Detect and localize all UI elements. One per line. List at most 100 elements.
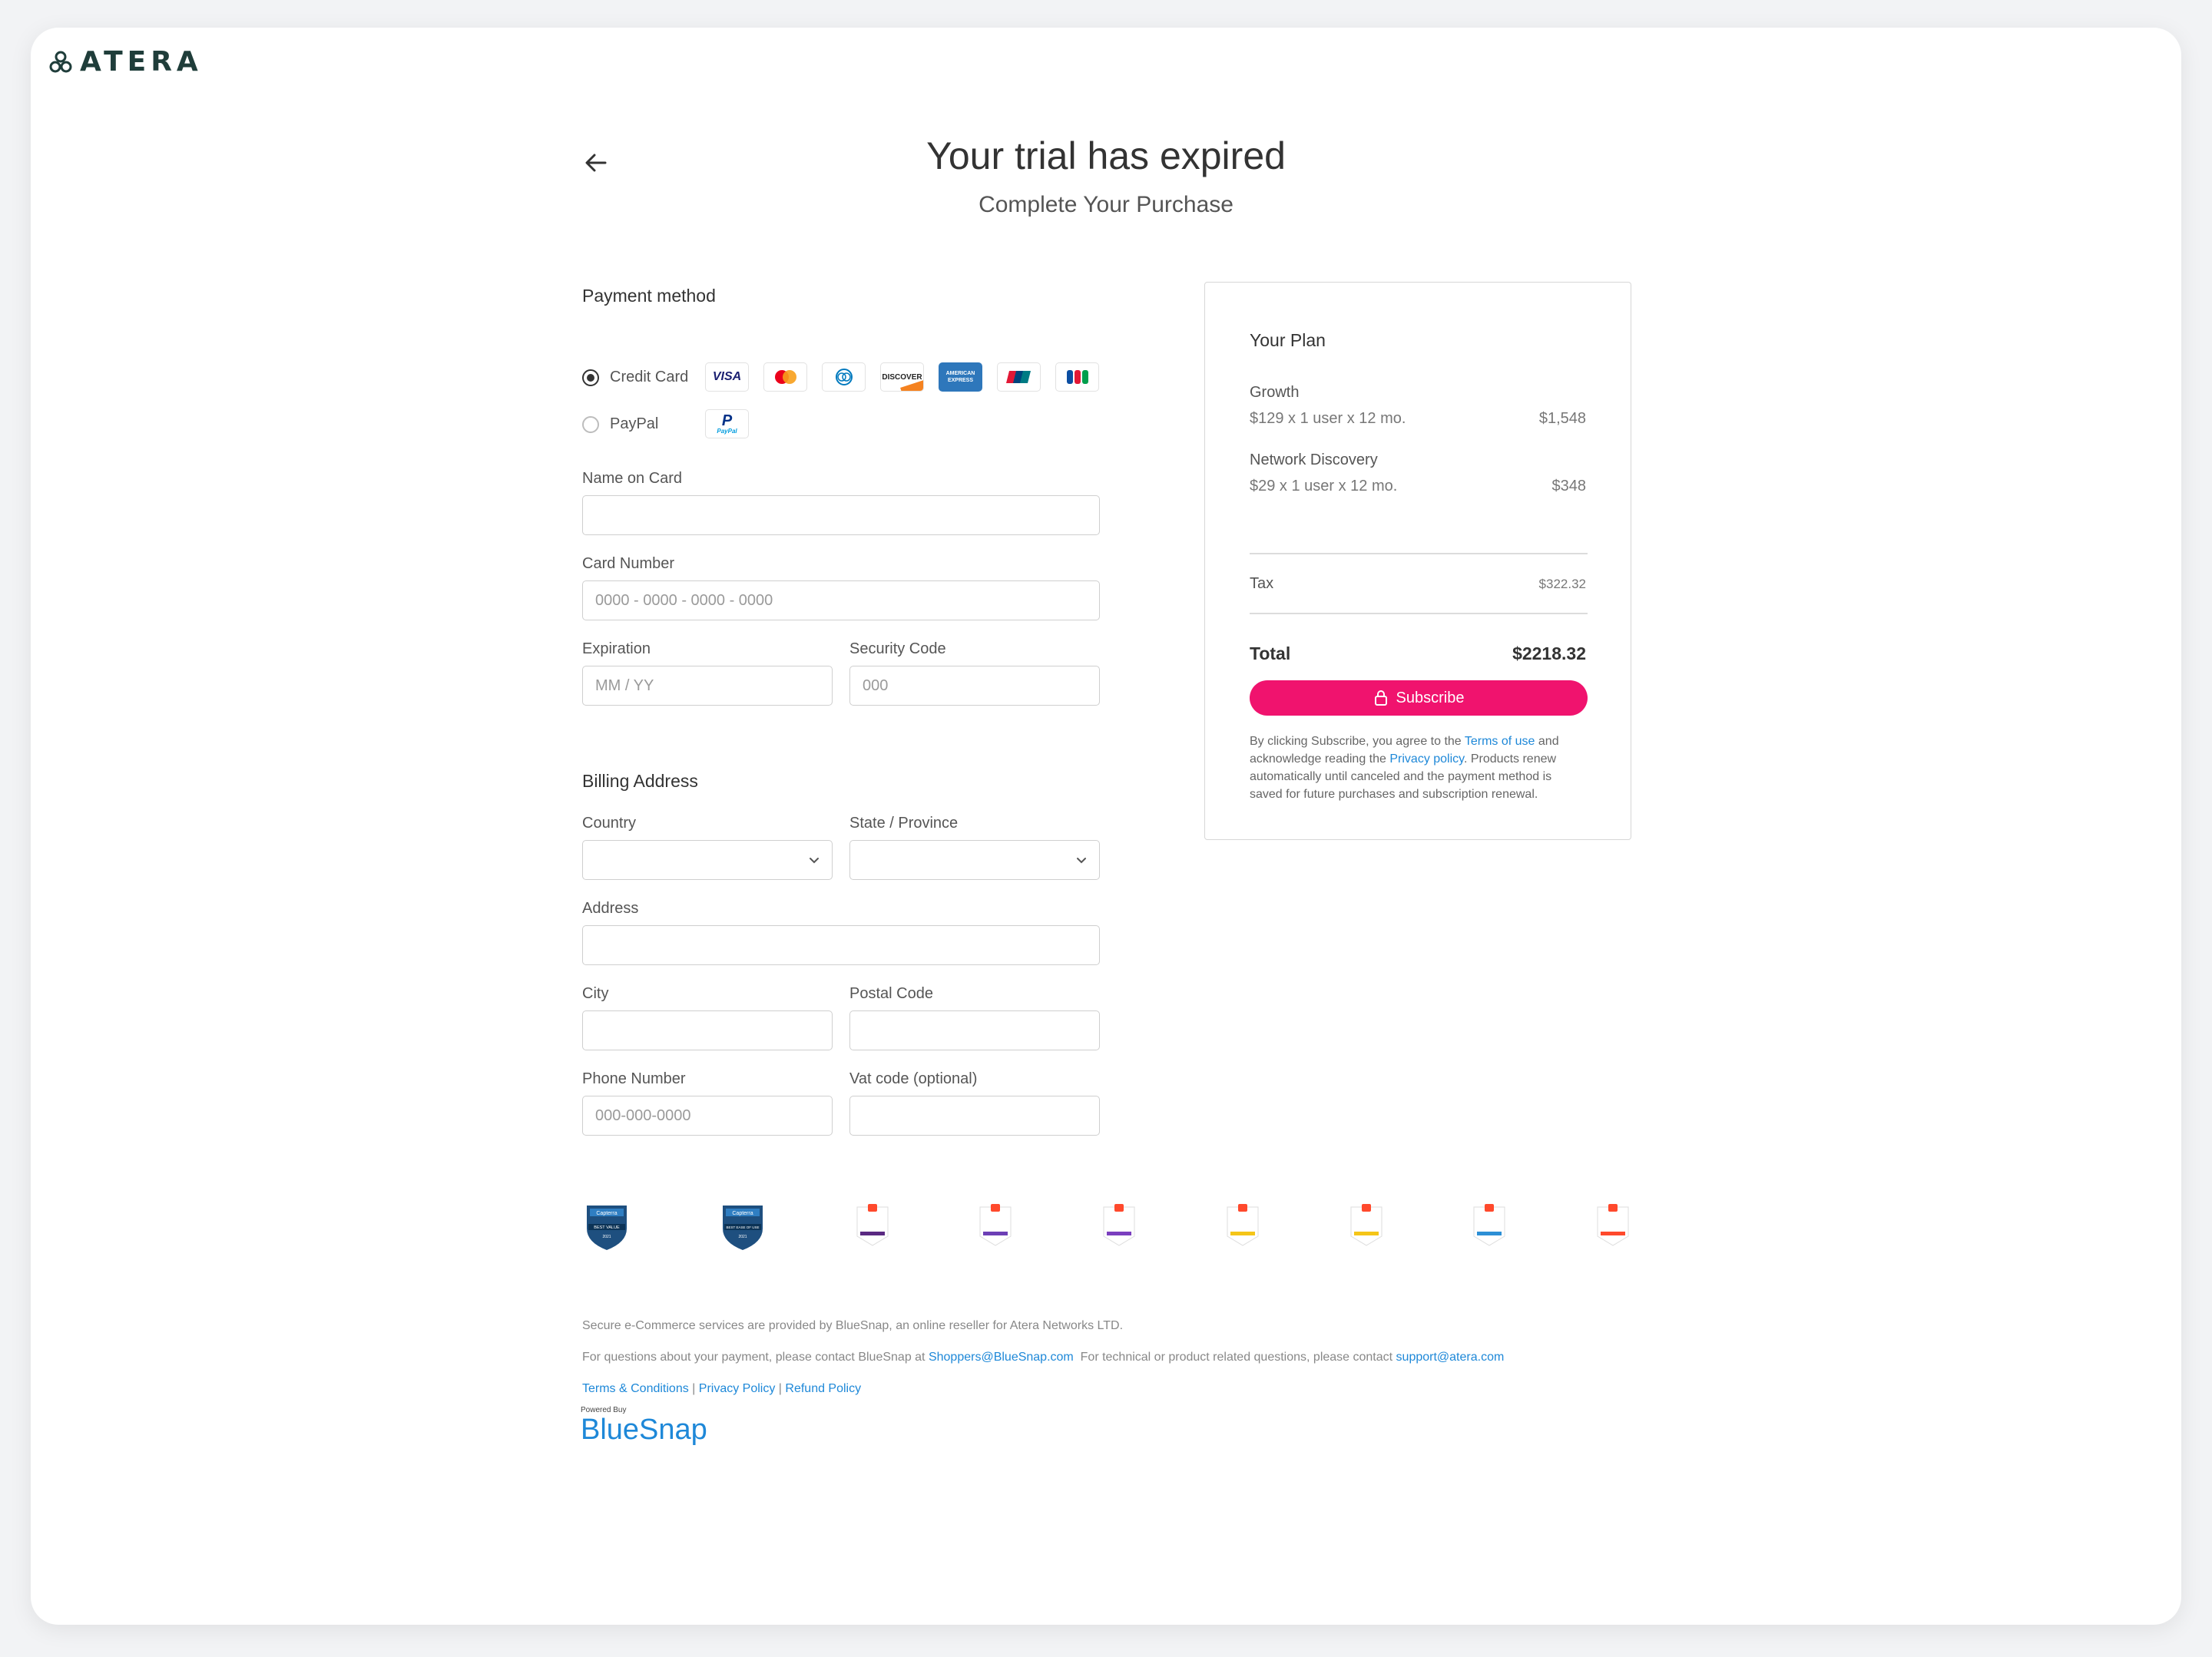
visa-icon: VISA (705, 362, 749, 392)
subscribe-button[interactable]: Subscribe (1250, 680, 1588, 716)
diners-club-mark (835, 369, 853, 385)
footer-links: Terms & Conditions | Privacy Policy | Re… (582, 1382, 862, 1395)
divider (1250, 613, 1588, 614)
bluesnap-text: BlueSnap (581, 1414, 707, 1446)
amex-icon: AMERICAN EXPRESS (939, 362, 982, 392)
postal-code-label: Postal Code (849, 985, 933, 1002)
badge-vendor: Capterra (732, 1211, 753, 1216)
atera-logo[interactable]: ATERA (49, 46, 203, 78)
badge-text: BEST EASE OF USE (726, 1225, 759, 1229)
total-value: $2218.32 (1512, 643, 1586, 663)
country-select[interactable] (582, 840, 833, 880)
expiration-input[interactable] (582, 666, 833, 706)
name-on-card-label: Name on Card (582, 470, 683, 487)
card-number-label: Card Number (582, 555, 675, 572)
g2-badge-icon (1473, 1204, 1505, 1246)
g2-badge-icon (1103, 1204, 1135, 1246)
radio-button[interactable] (582, 415, 599, 433)
address-label: Address (582, 900, 639, 917)
support-email-link[interactable]: support@atera.com (1396, 1351, 1505, 1364)
g2-badge-icon (1227, 1204, 1259, 1246)
mastercard-circles (774, 370, 796, 384)
city-input[interactable] (582, 1010, 833, 1050)
footer-text: For questions about your payment, please… (582, 1351, 929, 1364)
card-brand-list: VISA DISCOVER AMERICAN EXPRESS (705, 362, 1099, 392)
diners-club-icon (822, 362, 866, 392)
radio-paypal[interactable]: PayPal (582, 415, 658, 433)
badge-text: BEST VALUE (594, 1225, 620, 1230)
tax-value: $322.32 (1538, 577, 1586, 591)
postal-code-input[interactable] (849, 1010, 1100, 1050)
plan-item-detail: $29 x 1 user x 12 mo. (1250, 478, 1398, 494)
unionpay-icon (997, 362, 1041, 392)
visa-text: VISA (712, 370, 742, 383)
g2-badge-icon (856, 1204, 888, 1246)
refund-policy-link[interactable]: Refund Policy (785, 1382, 861, 1395)
footer-line-2: For questions about your payment, please… (582, 1351, 1504, 1364)
shoppers-email-link[interactable]: Shoppers@BlueSnap.com (929, 1351, 1074, 1364)
footer-text: For technical or product related questio… (1073, 1351, 1396, 1364)
vat-code-input[interactable] (849, 1096, 1100, 1136)
g2-badge-icon (979, 1204, 1012, 1246)
jcb-mark (1066, 370, 1088, 384)
mastercard-icon (763, 362, 807, 392)
city-label: City (582, 985, 609, 1002)
paypal-text: PayPal (717, 427, 737, 435)
phone-number-label: Phone Number (582, 1070, 686, 1087)
radio-paypal-label: PayPal (610, 415, 659, 432)
vat-code-label: Vat code (optional) (849, 1070, 978, 1087)
badge-vendor: Capterra (596, 1211, 617, 1216)
atera-logo-text: ATERA (80, 46, 203, 78)
address-input[interactable] (582, 925, 1100, 965)
country-label: Country (582, 815, 637, 832)
subscribe-label: Subscribe (1396, 689, 1465, 706)
footer-line-1: Secure e-Commerce services are provided … (582, 1319, 1124, 1332)
capterra-badge-icon: Capterra BEST VALUE 2021 (587, 1206, 627, 1250)
badge-year: 2021 (602, 1235, 611, 1239)
plan-item-name: Growth (1250, 384, 1300, 401)
paypal-icon: P PayPal (705, 409, 749, 438)
radio-credit-card[interactable]: Credit Card (582, 369, 688, 386)
divider (1250, 553, 1588, 554)
plan-item-price: $1,548 (1538, 410, 1586, 427)
plan-heading: Your Plan (1250, 330, 1326, 350)
state-label: State / Province (849, 815, 959, 832)
phone-number-input[interactable] (582, 1096, 833, 1136)
privacy-policy-link[interactable]: Privacy policy (1389, 752, 1464, 766)
g2-badge-icon (1350, 1204, 1382, 1246)
radio-button-selected[interactable] (582, 369, 599, 386)
award-badges: Capterra BEST VALUE 2021 Capterra BEST E… (582, 1202, 1631, 1252)
page-subtitle: Complete Your Purchase (979, 192, 1233, 217)
discover-icon: DISCOVER (880, 362, 924, 392)
terms-of-use-link[interactable]: Terms of use (1465, 735, 1535, 748)
lock-icon (1374, 690, 1387, 706)
g2-badge-icon (1597, 1204, 1629, 1246)
legal-text-part: By clicking Subscribe, you agree to the (1250, 735, 1465, 748)
legal-text: By clicking Subscribe, you agree to the … (1250, 733, 1588, 803)
state-select[interactable] (849, 840, 1100, 880)
security-code-label: Security Code (849, 640, 946, 657)
security-code-input[interactable] (849, 666, 1100, 706)
page-title: Your trial has expired (926, 134, 1286, 177)
privacy-policy-footer-link[interactable]: Privacy Policy (699, 1382, 776, 1395)
capterra-badge-icon: Capterra BEST EASE OF USE 2021 (722, 1206, 763, 1250)
billing-address-heading: Billing Address (582, 771, 698, 791)
plan-item-detail: $129 x 1 user x 12 mo. (1250, 410, 1406, 427)
bluesnap-logo: Powered Buy BlueSnap (581, 1406, 707, 1445)
payment-method-heading: Payment method (582, 286, 716, 306)
card-number-input[interactable] (582, 580, 1100, 620)
radio-credit-card-label: Credit Card (610, 369, 689, 385)
plan-item-price: $348 (1551, 478, 1587, 494)
name-on-card-input[interactable] (582, 495, 1100, 535)
app-window: ATERA Your trial has expired Complete Yo… (31, 28, 2181, 1625)
atera-logo-icon (49, 51, 72, 72)
jcb-icon (1055, 362, 1099, 392)
chevron-down-icon (810, 858, 819, 864)
amex-text: AMERICAN EXPRESS (945, 371, 975, 383)
plan-summary-card: Your Plan Growth $129 x 1 user x 12 mo. … (1204, 282, 1631, 840)
chevron-down-icon (1077, 858, 1086, 864)
discover-text: DISCOVER (882, 372, 922, 382)
plan-item-name: Network Discovery (1250, 451, 1378, 468)
expiration-label: Expiration (582, 640, 651, 657)
terms-conditions-link[interactable]: Terms & Conditions (582, 1382, 689, 1395)
